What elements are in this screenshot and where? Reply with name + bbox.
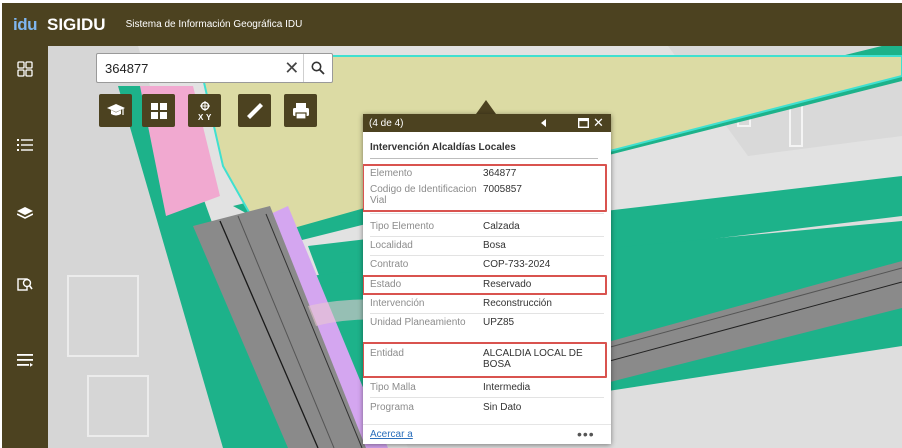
- popup-title-divider: [370, 158, 598, 159]
- measure-ruler-icon: [246, 102, 263, 119]
- popup-header: (4 de 4) ✕: [363, 114, 611, 132]
- sidebar-layers-button[interactable]: [2, 197, 48, 231]
- layer-list-icon: [17, 139, 33, 151]
- svg-text:X: X: [198, 113, 204, 121]
- search-icon: [311, 61, 325, 75]
- popup-pointer: [476, 100, 496, 114]
- query-search-icon: [17, 278, 33, 291]
- sidebar-layer-list-button[interactable]: [2, 128, 48, 162]
- sidebar-query-button[interactable]: [2, 267, 48, 301]
- highlight-box-elemento: [363, 164, 607, 212]
- close-icon[interactable]: ✕: [593, 116, 605, 129]
- search-clear-button[interactable]: ✕: [281, 54, 303, 82]
- highlight-box-entidad: [363, 342, 607, 378]
- sidebar-widgets-button[interactable]: [2, 52, 48, 86]
- highlight-box-estado: [363, 275, 607, 295]
- search-button[interactable]: [302, 54, 332, 82]
- maximize-icon[interactable]: [578, 118, 589, 128]
- basemap-grid-icon: [150, 102, 167, 119]
- coordinates-xy-icon: X Y: [198, 100, 212, 121]
- popup-counter: (4 de 4): [369, 117, 404, 129]
- graduation-cap-icon: [106, 103, 125, 115]
- more-options-icon[interactable]: •••: [577, 426, 595, 442]
- popup-footer: Acercar a •••: [363, 424, 611, 444]
- search-input[interactable]: [97, 54, 281, 82]
- close-icon: ✕: [284, 57, 300, 78]
- widgets-grid-icon: [17, 61, 33, 77]
- tool-print-button[interactable]: [284, 94, 317, 127]
- tool-basemap-button[interactable]: [142, 94, 175, 127]
- idu-logo: idu: [13, 14, 38, 34]
- print-icon: [292, 102, 309, 120]
- sidebar: [2, 46, 48, 448]
- app-window: idu SIGIDU Sistema de Información Geográ…: [0, 0, 902, 448]
- app-subtitle: Sistema de Información Geográfica IDU: [125, 19, 303, 30]
- layers-icon: [17, 207, 33, 219]
- menu-icon: [17, 354, 33, 367]
- feature-popup: (4 de 4) ✕ Intervención Alcaldías Locale…: [363, 114, 611, 444]
- popup-title: Intervención Alcaldías Locales: [370, 142, 516, 153]
- popup-attribute-table: Elemento 364877 Codigo de Identificacion…: [363, 162, 611, 424]
- tool-measure-button[interactable]: [238, 94, 271, 127]
- tool-graduation-button[interactable]: [99, 94, 132, 127]
- app-header: idu SIGIDU Sistema de Información Geográ…: [2, 3, 902, 46]
- tool-coordinates-button[interactable]: X Y: [188, 94, 221, 127]
- search-box: ✕: [96, 53, 333, 83]
- sidebar-menu-button[interactable]: [2, 343, 48, 377]
- zoom-to-link[interactable]: Acercar a: [370, 429, 413, 440]
- svg-text:Y: Y: [206, 113, 212, 121]
- previous-arrow-icon[interactable]: [539, 118, 549, 128]
- app-title: SIGIDU: [47, 14, 106, 34]
